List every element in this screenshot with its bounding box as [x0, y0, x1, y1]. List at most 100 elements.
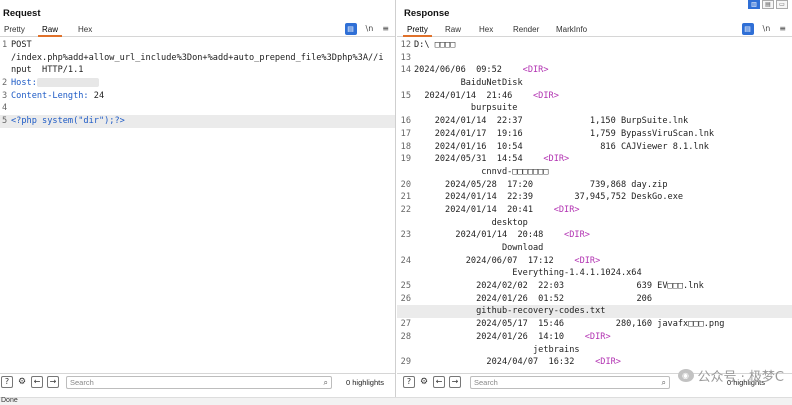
response-line: cnnvd-□□□□□□□	[397, 166, 792, 179]
response-line: 23 2024/01/14 20:48 <DIR>	[397, 229, 792, 242]
response-line: Everything-1.4.1.1024.x64	[397, 267, 792, 280]
line-number: 23	[400, 230, 411, 241]
tab-hex[interactable]: Hex	[74, 22, 96, 37]
response-tabbar: Pretty Raw Hex Render MarkInfo	[397, 22, 792, 37]
dir-tag: <DIR>	[543, 154, 570, 165]
line-text: 2024/01/14 21:46	[414, 90, 533, 101]
dir-tag: <DIR>	[595, 357, 621, 368]
response-line: 28 2024/01/26 14:10 <DIR>	[397, 331, 792, 344]
line-number: 20	[400, 179, 411, 190]
response-search-input[interactable]: Search ⌕	[470, 376, 670, 389]
search-icon: ⌕	[323, 378, 328, 387]
line-number: 28	[400, 331, 411, 342]
line-number: 4	[2, 103, 8, 114]
response-line: 17 2024/01/17 19:16 1,759 BypassViruScan…	[397, 128, 792, 141]
line-code: 2024/06/06 09:52 <DIR>	[414, 64, 549, 77]
list-view-icon[interactable]: ▤	[741, 23, 754, 35]
single-pane-icon[interactable]: ▭	[776, 0, 788, 9]
line-code: nput HTTP/1.1	[11, 65, 84, 76]
request-editor[interactable]: 1 POST/index.php%add+allow_url_include%3D…	[0, 39, 395, 371]
split-vertical-icon[interactable]: ▤	[762, 0, 774, 9]
search-icon: ⌕	[661, 378, 666, 387]
split-horizontal-icon[interactable]: ▥	[748, 0, 760, 9]
line-text: 2024/05/28 17:20 739,868 day.zip	[414, 179, 668, 190]
response-line: 12 D:\ □□□□	[397, 39, 792, 52]
line-code: BaiduNetDisk	[414, 77, 523, 90]
line-text: jetbrains	[414, 344, 580, 355]
line-number: 15	[400, 90, 411, 101]
line-code: 2024/04/07 16:32 <DIR>	[414, 356, 621, 369]
tab-raw[interactable]: Raw	[38, 22, 63, 37]
line-code: 2024/01/14 20:41 <DIR>	[414, 204, 580, 217]
request-line: nput HTTP/1.1	[0, 64, 395, 77]
request-line: /index.php%add+allow_url_include%3Don+%a…	[0, 52, 395, 65]
response-line: 25 2024/02/02 22:03 639 EV□□□.lnk	[397, 280, 792, 293]
line-code: 2024/05/28 17:20 739,868 day.zip	[414, 179, 668, 192]
line-text: D:\ □□□□	[414, 40, 456, 50]
line-number: 25	[400, 281, 411, 292]
newline-icon[interactable]: \n	[366, 23, 374, 35]
response-pane: Response ▥ ▤ ▭ Pretty Raw Hex Render Mar…	[397, 0, 792, 397]
line-text: desktop	[414, 217, 528, 228]
response-title: Response	[404, 8, 450, 19]
line-code: Host:	[11, 77, 99, 90]
tab-hex[interactable]: Hex	[475, 22, 497, 37]
newline-icon[interactable]: \n	[763, 23, 771, 35]
line-number: 17	[400, 128, 411, 139]
line-code: Download	[414, 242, 543, 255]
settings-icon[interactable]: ⚙	[418, 376, 430, 388]
help-icon[interactable]: ?	[403, 376, 415, 388]
line-code: POST	[11, 40, 32, 50]
line-code: 2024/01/26 01:52 206	[414, 293, 652, 306]
response-line: 27 2024/05/17 15:46 280,160 javafx□□□.pn…	[397, 318, 792, 331]
help-icon[interactable]: ?	[1, 376, 13, 388]
forward-arrow-icon[interactable]: →	[47, 376, 59, 388]
request-title: Request	[3, 8, 41, 19]
menu-icon[interactable]: ≡	[382, 23, 389, 35]
tab-render[interactable]: Render	[509, 22, 543, 37]
line-code: D:\ □□□□	[414, 39, 455, 52]
back-arrow-icon[interactable]: ←	[433, 376, 445, 388]
line-text: 2024/05/31 14:54	[414, 154, 544, 165]
line-code: nmap	[414, 369, 564, 371]
line-text: Download	[414, 243, 544, 253]
response-line: 18 2024/01/16 10:54 816 CAJViewer 8.1.ln…	[397, 141, 792, 154]
watermark-text: 公众号 · 极梦C	[697, 370, 784, 385]
line-text: github-recovery-codes.txt	[414, 306, 606, 317]
request-tabbar: Pretty Raw Hex	[0, 22, 395, 37]
line-number: 22	[400, 204, 411, 215]
response-line: jetbrains	[397, 344, 792, 357]
tab-pretty[interactable]: Pretty	[0, 22, 29, 37]
response-tool-icons: ▤ \n ≡	[741, 23, 786, 35]
response-editor[interactable]: 12 D:\ □□□□ 13 14 2024/06/06 09:52 <DIR> Bai…	[397, 39, 792, 371]
line-number: 5	[2, 116, 8, 127]
header-name: Host:	[11, 78, 37, 89]
tab-pretty[interactable]: Pretty	[403, 22, 432, 37]
back-arrow-icon[interactable]: ←	[31, 376, 43, 388]
line-text: 2024/01/14 22:39 37,945,752 DeskGo.exe	[414, 192, 684, 203]
line-code: 2024/02/02 22:03 639 EV□□□.lnk	[414, 280, 704, 293]
response-line: 13	[397, 52, 792, 65]
response-line: 24 2024/06/07 17:12 <DIR>	[397, 255, 792, 268]
line-text: BaiduNetDisk	[414, 78, 523, 89]
line-number: 26	[400, 293, 411, 304]
request-line: 2 Host:	[0, 77, 395, 90]
line-number: 18	[400, 141, 411, 152]
request-search-placeholder: Search	[70, 378, 94, 387]
line-text: burpsuite	[414, 103, 518, 114]
line-code: jetbrains	[414, 344, 580, 357]
forward-arrow-icon[interactable]: →	[449, 376, 461, 388]
line-number: 24	[400, 255, 411, 266]
line-number: 19	[400, 154, 411, 165]
settings-icon[interactable]: ⚙	[16, 376, 28, 388]
tab-raw[interactable]: Raw	[441, 22, 465, 37]
tab-markinfo[interactable]: MarkInfo	[552, 22, 591, 37]
line-number: 2	[2, 78, 8, 89]
line-code: /index.php%add+allow_url_include%3Don+%a…	[11, 52, 384, 63]
response-line: 16 2024/01/14 22:37 1,150 BurpSuite.lnk	[397, 115, 792, 128]
request-search-input[interactable]: Search ⌕	[66, 376, 332, 389]
line-number: 21	[400, 192, 411, 203]
menu-icon[interactable]: ≡	[779, 23, 786, 35]
list-view-icon[interactable]: ▤	[344, 23, 357, 35]
line-code: 2024/05/17 15:46 280,160 javafx□□□.png	[414, 318, 724, 331]
